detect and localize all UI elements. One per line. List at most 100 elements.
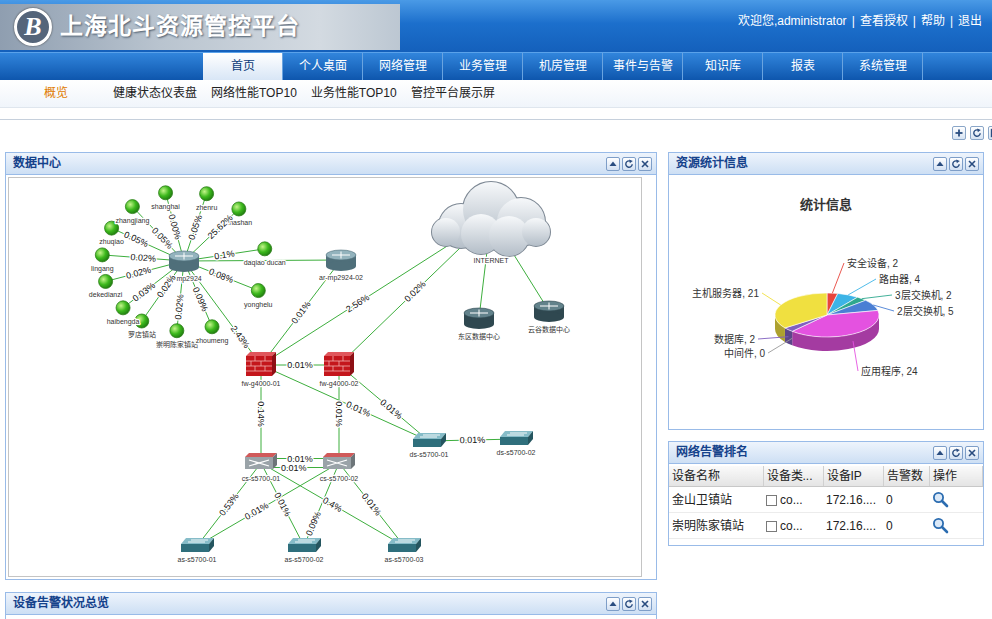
shape-part — [969, 161, 975, 167]
link-line — [261, 218, 491, 365]
slice-label: 安全设备, 2 — [847, 257, 899, 269]
site-icon — [232, 202, 246, 216]
refresh-button[interactable] — [622, 597, 636, 611]
shape-part — [245, 457, 273, 469]
sub-tab[interactable]: 业务性能TOP10 — [311, 86, 397, 100]
leader-line — [832, 263, 844, 293]
main-tab[interactable]: 报表 — [763, 53, 843, 80]
panel-title: 设备告警状况总览 — [13, 596, 109, 610]
close-button[interactable] — [638, 157, 652, 171]
refresh-button[interactable] — [949, 157, 963, 171]
shape-part — [441, 433, 446, 447]
plus-button[interactable] — [952, 126, 966, 140]
pie-slice[interactable] — [775, 293, 827, 328]
close-button[interactable] — [965, 157, 979, 171]
switch-icon — [288, 538, 321, 552]
leader-line — [853, 341, 858, 371]
shape-part — [522, 218, 550, 246]
link-usage-label: 0.01% — [360, 491, 384, 517]
site-icon — [159, 186, 173, 200]
close-icon — [640, 599, 650, 609]
shape-part — [642, 601, 648, 607]
collapse-button[interactable] — [933, 157, 947, 171]
node-label: cs-s5700-02 — [320, 475, 359, 482]
shape-part — [323, 453, 355, 457]
refresh-button[interactable] — [949, 446, 963, 460]
close-button[interactable] — [965, 446, 979, 460]
shape-part — [528, 431, 533, 445]
refresh-button[interactable] — [970, 126, 984, 140]
main-tab[interactable]: 知识库 — [683, 53, 763, 80]
link-usage-label: 0.01% — [378, 397, 404, 421]
table-cell: 金山卫镇站 — [669, 487, 763, 513]
shape-part — [413, 433, 446, 439]
column-header[interactable]: 设备IP — [823, 466, 883, 487]
shape-part — [188, 540, 208, 542]
node-label: as-s5700-03 — [385, 556, 424, 563]
resource-stats-panel: 资源统计信息统计信息安全设备, 2路由器, 43层交换机, 22层交换机, 5应… — [668, 152, 984, 430]
link-usage-label: 0.09% — [304, 510, 323, 537]
core-icon — [323, 453, 355, 469]
slice-label: 主机服务器, 21 — [692, 287, 759, 299]
link-usage-label: 0.01% — [272, 491, 293, 518]
main-tab[interactable]: 网络管理 — [363, 53, 443, 80]
shape-part — [388, 544, 416, 552]
magnifier-icon[interactable] — [932, 491, 949, 508]
leader-line — [758, 337, 788, 339]
maximize-button[interactable] — [988, 126, 992, 140]
sub-tab[interactable]: 健康状态仪表盘 — [113, 86, 197, 100]
magnifier-icon[interactable] — [932, 517, 949, 534]
main-tab[interactable]: 机房管理 — [523, 53, 603, 80]
collapse-button[interactable] — [606, 157, 620, 171]
device-type-text: co... — [780, 493, 803, 507]
shape-part — [246, 352, 276, 356]
column-header[interactable]: 设备类... — [763, 466, 823, 487]
panel-header: 资源统计信息 — [669, 153, 983, 175]
node-label: 罗店镇站 — [128, 330, 156, 339]
sub-tab[interactable]: 管控平台展示屏 — [411, 86, 495, 100]
main-tab[interactable]: 个人桌面 — [283, 53, 363, 80]
link-usage-label: 0.08% — [207, 266, 234, 285]
header-link[interactable]: 帮助 — [921, 14, 945, 28]
refresh-button[interactable] — [622, 157, 636, 171]
portal-columns: 数据中心ne-mp2924zhangjiangshanghaizhenrusha… — [0, 152, 992, 619]
main-tab[interactable]: 首页 — [203, 53, 283, 80]
link-line — [261, 463, 404, 546]
header-link[interactable]: 查看授权 — [860, 14, 908, 28]
sub-tab[interactable]: 概览 — [44, 86, 68, 100]
header-link[interactable]: 退出 — [958, 14, 982, 28]
shape-part — [288, 538, 321, 544]
link-line — [197, 463, 339, 546]
shape-part — [200, 187, 214, 201]
table-cell: 172.16.... — [823, 487, 883, 513]
shape-part — [642, 161, 648, 167]
leader-line — [862, 295, 892, 299]
server-icon — [464, 308, 494, 329]
shape-part — [351, 453, 355, 469]
node-label: 崇明陈家镇站 — [156, 340, 198, 349]
column-header[interactable]: 告警数 — [883, 466, 929, 487]
column-header[interactable]: 操作 — [929, 466, 983, 487]
cloud-icon — [432, 182, 550, 256]
sub-tab[interactable]: 网络性能TOP10 — [211, 86, 297, 100]
table-cell: co... — [763, 487, 823, 513]
main-tab[interactable]: 业务管理 — [443, 53, 523, 80]
alarm-row[interactable]: 金山卫镇站co...172.16....0 — [669, 487, 983, 513]
close-button[interactable] — [638, 597, 652, 611]
collapse-button[interactable] — [933, 446, 947, 460]
main-tab[interactable]: 事件与告警 — [603, 53, 683, 80]
link-line — [339, 365, 429, 441]
collapse-button[interactable] — [606, 597, 620, 611]
alarm-row[interactable]: 崇明陈家镇站co...172.16....0 — [669, 513, 983, 539]
switch-icon — [500, 431, 533, 445]
switch-icon — [413, 433, 446, 447]
slice-label: 2层交换机, 5 — [897, 305, 954, 317]
column-header[interactable]: 设备名称 — [669, 466, 763, 487]
panel-header: 网络告警排名 — [669, 442, 983, 464]
shape-part — [316, 538, 321, 552]
shape-part — [395, 540, 415, 542]
main-tab[interactable]: 系统管理 — [843, 53, 923, 80]
shape-part — [432, 218, 460, 246]
node-label: yonghelu — [244, 301, 273, 309]
link-usage-label: 0.01% — [287, 360, 313, 370]
